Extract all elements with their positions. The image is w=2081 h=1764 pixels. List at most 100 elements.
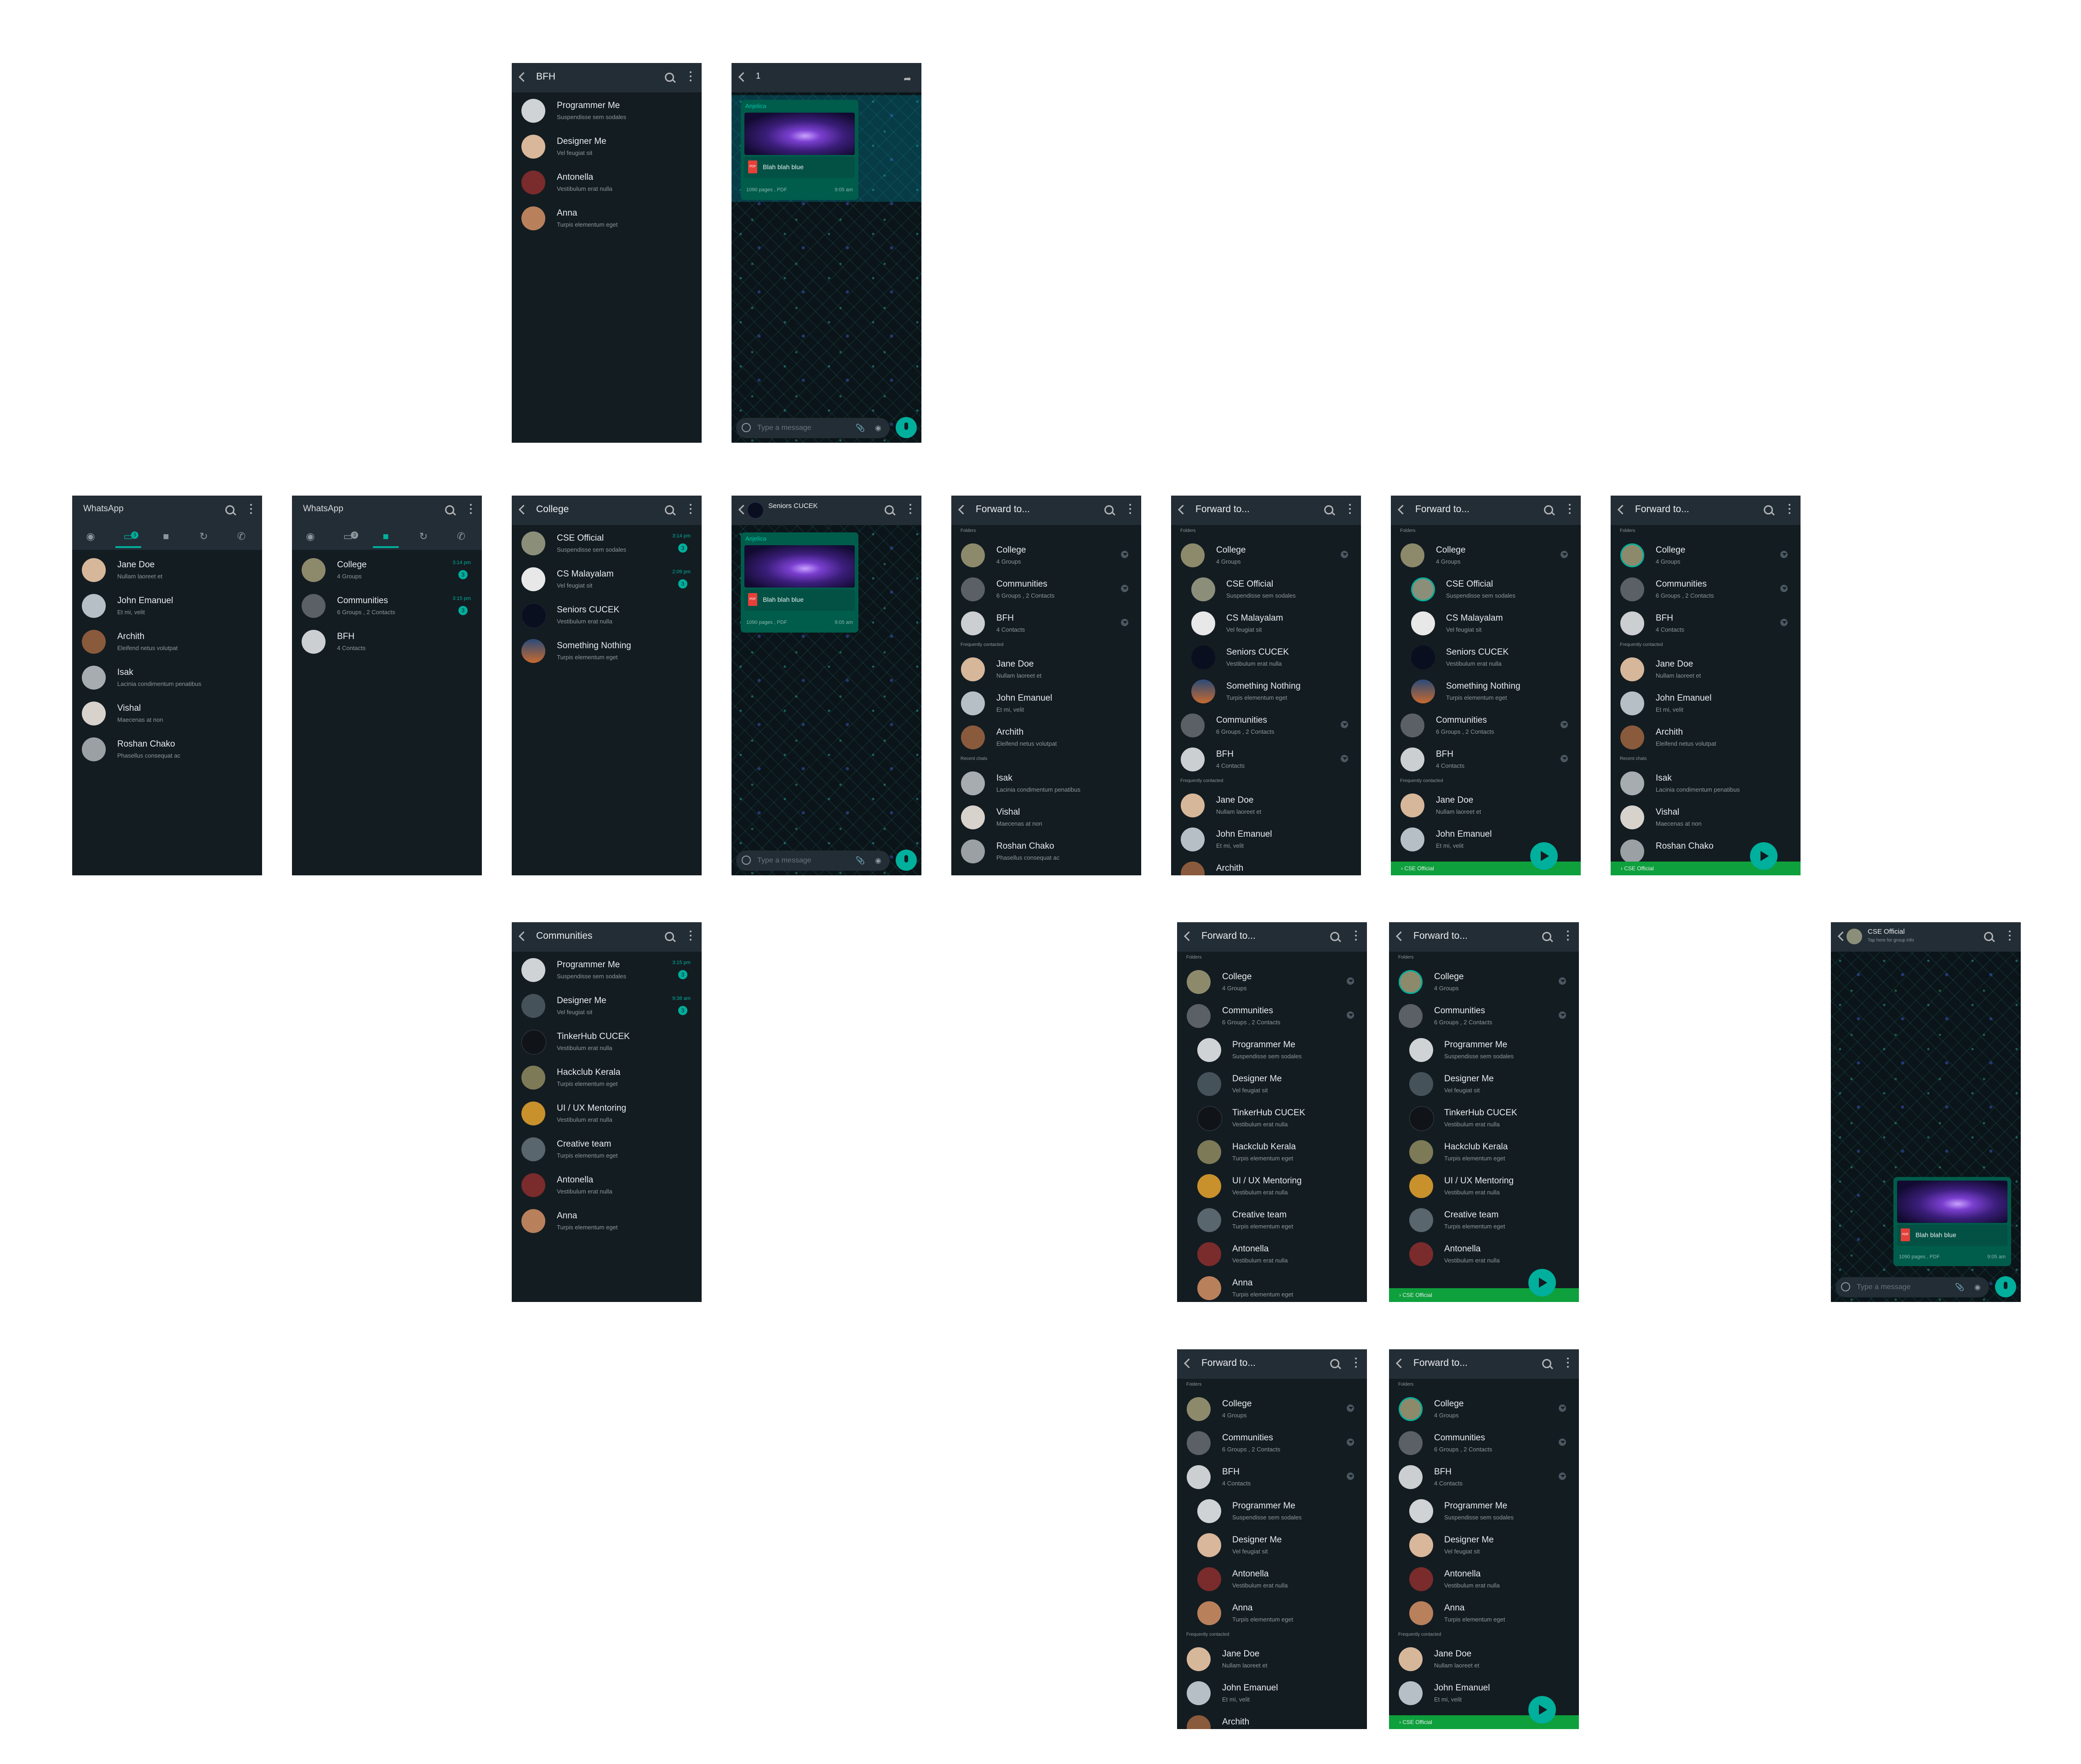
list-item[interactable]: Antonella Vestibulum erat nulla (1177, 1561, 1367, 1595)
list-item[interactable]: BFH 4 Contacts (1389, 1459, 1579, 1493)
chevron-down-icon[interactable] (1561, 755, 1568, 762)
list-item[interactable]: College 4 Groups (1171, 537, 1361, 571)
chevron-down-icon[interactable] (1559, 1439, 1566, 1446)
search-icon[interactable] (225, 505, 234, 514)
list-item[interactable]: BFH 4 Contacts (951, 605, 1141, 639)
search-icon[interactable] (1330, 932, 1339, 941)
list-item[interactable]: John Emanuel Et mi, velit (1171, 821, 1361, 855)
send-icon[interactable] (1530, 842, 1558, 870)
back-arrow-icon[interactable] (1397, 504, 1408, 515)
list-item[interactable]: Programmer Me Suspendisse sem sodales (1177, 1493, 1367, 1527)
list-item[interactable]: Designer Me Vel feugiat sit (512, 128, 702, 164)
chevron-down-icon[interactable] (1780, 585, 1788, 592)
search-icon[interactable] (665, 932, 674, 941)
chevron-down-icon[interactable] (1347, 977, 1354, 985)
chevron-down-icon[interactable] (1561, 721, 1568, 728)
attach-icon[interactable]: 📎 (856, 423, 865, 433)
emoji-icon[interactable] (742, 856, 751, 865)
message-composer[interactable]: Type a message 📎 ◉ (1835, 1277, 1989, 1297)
list-item[interactable]: Creative team Turpis elementum eget (512, 1131, 702, 1167)
list-item[interactable]: Seniors CUCEK Vestibulum erat nulla (512, 597, 702, 633)
search-icon[interactable] (1984, 932, 1993, 941)
chevron-down-icon[interactable] (1780, 551, 1788, 558)
list-item[interactable]: CSE Official Suspendisse sem sodales 3:14 … (512, 525, 702, 561)
more-vert-icon[interactable] (250, 504, 252, 516)
list-item[interactable]: UI / UX Mentoring Vestibulum erat nulla (1177, 1168, 1367, 1202)
list-item[interactable]: Communities 6 Groups , 2 Contacts (1389, 998, 1579, 1032)
more-vert-icon[interactable] (1567, 931, 1569, 942)
list-item[interactable]: Hackclub Kerala Turpis elementum eget (512, 1059, 702, 1095)
more-vert-icon[interactable] (690, 71, 692, 83)
more-vert-icon[interactable] (690, 504, 692, 516)
list-item[interactable]: Isak Lacinia condimentum penatibus (1611, 765, 1801, 799)
folder-icon[interactable]: ■ (153, 531, 179, 548)
more-vert-icon[interactable] (1355, 1358, 1357, 1370)
message-composer[interactable]: Type a message 📎 ◉ (736, 418, 890, 438)
file-attachment[interactable]: PDF Blah blah blue (744, 157, 855, 178)
back-arrow-icon[interactable] (1395, 1358, 1406, 1369)
list-item[interactable]: Jane Doe Nullam laoreet et (1177, 1641, 1367, 1675)
list-item[interactable]: Programmer Me Suspendisse sem sodales (1177, 1032, 1367, 1066)
chevron-down-icon[interactable] (1561, 551, 1568, 558)
list-item[interactable]: Isak Lacinia condimentum penatibus (951, 765, 1141, 799)
list-item[interactable]: Communities 6 Groups , 2 Contacts (1389, 1425, 1579, 1459)
search-icon[interactable] (665, 73, 674, 82)
list-item[interactable]: Anna Turpis elementum eget (1389, 1595, 1579, 1629)
message-bubble[interactable]: Anjelica PDF Blah blah blue 1090 pages , … (741, 532, 858, 633)
status-icon[interactable]: ↻ (191, 531, 217, 548)
chevron-down-icon[interactable] (1341, 755, 1348, 762)
list-item[interactable]: TinkerHub CUCEK Vestibulum erat nulla (1389, 1100, 1579, 1134)
list-item[interactable]: Vishal Maecenas at non (1611, 799, 1801, 833)
back-arrow-icon[interactable] (1178, 504, 1188, 515)
file-attachment[interactable]: PDF Blah blah blue (1897, 1225, 2007, 1246)
search-icon[interactable] (1764, 505, 1773, 514)
search-icon[interactable] (445, 505, 454, 514)
list-item[interactable]: College 4 Groups (1389, 1391, 1579, 1425)
back-arrow-icon[interactable] (1183, 1358, 1194, 1369)
list-item[interactable]: Something Nothing Turpis elementum eget (1171, 673, 1361, 707)
tab-chats[interactable]: ▭ 3 (335, 531, 361, 548)
list-item[interactable]: Designer Me Vel feugiat sit (1177, 1527, 1367, 1561)
list-item[interactable]: BFH 4 Contacts (292, 623, 482, 659)
list-item[interactable]: Creative team Turpis elementum eget (1389, 1202, 1579, 1236)
search-icon[interactable] (1544, 505, 1553, 514)
search-icon[interactable] (1542, 1359, 1551, 1368)
more-vert-icon[interactable] (909, 504, 911, 516)
list-item[interactable]: Antonella Vestibulum erat nulla (1389, 1561, 1579, 1595)
back-arrow-icon[interactable] (738, 72, 749, 82)
list-item[interactable]: Anna Turpis elementum eget (512, 200, 702, 236)
camera-icon[interactable]: ◉ (1974, 1283, 1981, 1292)
chevron-down-icon[interactable] (1559, 977, 1566, 985)
list-item[interactable]: Jane Doe Nullam laoreet et (951, 651, 1141, 685)
list-item[interactable]: College 4 Groups (1177, 964, 1367, 998)
page-subtitle[interactable]: Tap here for group info (1868, 938, 1914, 943)
chevron-down-icon[interactable] (1347, 1404, 1354, 1412)
list-item[interactable]: John Emanuel Et mi, velit (1611, 685, 1801, 719)
chevron-down-icon[interactable] (1780, 619, 1788, 626)
list-item[interactable]: Communities 6 Groups , 2 Contacts 3:15 pm 3 (292, 588, 482, 623)
message-bubble[interactable]: PDF Blah blah blue 1090 pages , PDF 9:05 … (1893, 1177, 2011, 1266)
chevron-down-icon[interactable] (1121, 551, 1128, 558)
list-item[interactable]: College 4 Groups (1391, 537, 1581, 571)
mic-icon[interactable] (896, 417, 917, 438)
send-icon[interactable] (1528, 1269, 1556, 1296)
share-icon[interactable]: ➦ (903, 73, 911, 85)
more-vert-icon[interactable] (1355, 931, 1357, 942)
back-arrow-icon[interactable] (518, 931, 529, 942)
list-item[interactable]: College 4 Groups (1611, 537, 1801, 571)
camera-icon[interactable]: ◉ (875, 423, 881, 433)
list-item[interactable]: Antonella Vestibulum erat nulla (512, 164, 702, 200)
list-item[interactable]: CSE Official Suspendisse sem sodales (1171, 571, 1361, 605)
list-item[interactable]: Jane Doe Nullam laoreet et (1389, 1641, 1579, 1675)
page-title[interactable]: Seniors CUCEK (768, 502, 818, 510)
list-item[interactable]: College 4 Groups (1389, 964, 1579, 998)
chevron-down-icon[interactable] (1559, 1473, 1566, 1480)
list-item[interactable]: Jane Doe Nullam laoreet et (72, 552, 262, 588)
list-item[interactable]: Jane Doe Nullam laoreet et (1171, 787, 1361, 821)
list-item[interactable]: John Emanuel Et mi, velit (1177, 1675, 1367, 1709)
mic-icon[interactable] (1995, 1276, 2016, 1297)
back-arrow-icon[interactable] (1617, 504, 1628, 515)
list-item[interactable]: Archith (1171, 855, 1361, 875)
message-image[interactable] (1897, 1181, 2007, 1223)
message-image[interactable] (744, 113, 855, 155)
